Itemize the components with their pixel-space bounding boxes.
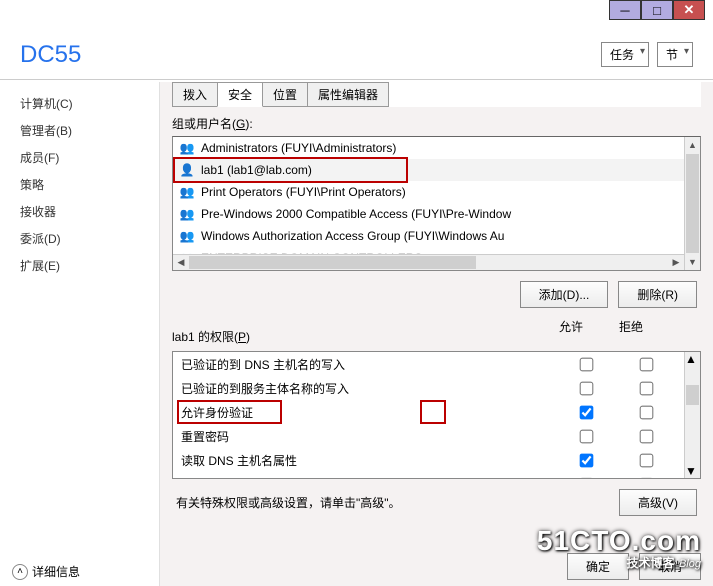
tab-location[interactable]: 位置 bbox=[262, 82, 308, 107]
sidebar-item-computer[interactable]: 计算机(C) bbox=[0, 90, 159, 117]
list-hscrollbar[interactable]: ◀ ▶ bbox=[173, 254, 684, 270]
deny-checkbox[interactable] bbox=[640, 405, 654, 419]
list-item-label: Print Operators (FUYI\Print Operators) bbox=[201, 185, 406, 199]
hscroll-thumb[interactable] bbox=[189, 256, 476, 269]
advanced-hint: 有关特殊权限或高级设置，请单击"高级"。 bbox=[176, 494, 619, 511]
group-icon: 👥 bbox=[179, 140, 195, 156]
deny-checkbox[interactable] bbox=[640, 477, 654, 479]
user-icon: 👤 bbox=[179, 162, 195, 178]
permission-row: 重置密码 bbox=[173, 424, 684, 448]
column-allow: 允许 bbox=[541, 318, 601, 349]
tab-attribute[interactable]: 属性编辑器 bbox=[307, 82, 389, 107]
permissions-list[interactable]: 已验证的到 DNS 主机名的写入已验证的到服务主体名称的写入允许身份验证重置密码… bbox=[172, 351, 701, 479]
sidebar-item-members[interactable]: 成员(F) bbox=[0, 144, 159, 171]
list-item[interactable]: 👥 Administrators (FUYI\Administrators) bbox=[173, 137, 684, 159]
page-title: DC55 bbox=[20, 41, 81, 69]
column-deny: 拒绝 bbox=[601, 318, 661, 349]
detail-label[interactable]: 详细信息 bbox=[32, 563, 80, 580]
advanced-button[interactable]: 高级(V) bbox=[619, 489, 697, 516]
scroll-thumb[interactable] bbox=[686, 154, 699, 253]
remove-button[interactable]: 删除(R) bbox=[618, 281, 697, 308]
sidebar-item-manager[interactable]: 管理者(B) bbox=[0, 117, 159, 144]
list-item-label: Pre-Windows 2000 Compatible Access (FUYI… bbox=[201, 207, 511, 221]
deny-checkbox[interactable] bbox=[640, 357, 654, 371]
deny-checkbox[interactable] bbox=[640, 381, 654, 395]
group-icon: 👥 bbox=[179, 206, 195, 222]
allow-checkbox[interactable] bbox=[580, 477, 594, 479]
scroll-up-icon[interactable]: ▲ bbox=[685, 137, 700, 153]
sidebar-item-receiver[interactable]: 接收器 bbox=[0, 198, 159, 225]
list-item-label: Windows Authorization Access Group (FUYI… bbox=[201, 229, 504, 243]
allow-checkbox[interactable] bbox=[580, 381, 594, 395]
permission-row: 写入 DNS 主机名属性 bbox=[173, 472, 684, 479]
allow-checkbox[interactable] bbox=[580, 405, 594, 419]
permissions-label: lab1 的权限(P) bbox=[172, 328, 250, 345]
sidebar-item-delegate[interactable]: 委派(D) bbox=[0, 225, 159, 252]
groups-label: 组或用户名(G): bbox=[172, 115, 701, 132]
perm-label-suffix: ) bbox=[246, 330, 250, 344]
list-item[interactable]: 👤 lab1 (lab1@lab.com) bbox=[173, 159, 684, 181]
permission-row: 读取 DNS 主机名属性 bbox=[173, 448, 684, 472]
list-item[interactable]: 👥 Windows Authorization Access Group (FU… bbox=[173, 225, 684, 247]
scroll-left-icon[interactable]: ◀ bbox=[173, 255, 189, 270]
deny-checkbox[interactable] bbox=[640, 453, 654, 467]
tab-bar: 拨入 安全 位置 属性编辑器 bbox=[172, 82, 701, 107]
sidebar: 计算机(C) 管理者(B) 成员(F) 策略 接收器 委派(D) 扩展(E) bbox=[0, 82, 160, 586]
principals-list[interactable]: 👥 Administrators (FUYI\Administrators) 👤… bbox=[172, 136, 701, 271]
tab-security[interactable]: 安全 bbox=[217, 82, 263, 107]
allow-checkbox[interactable] bbox=[580, 429, 594, 443]
group-icon: 👥 bbox=[179, 184, 195, 200]
tab-dialin[interactable]: 拨入 bbox=[172, 82, 218, 107]
section-dropdown[interactable]: 节 bbox=[657, 42, 693, 67]
scroll-up-icon[interactable]: ▲ bbox=[685, 352, 700, 366]
maximize-button[interactable]: □ bbox=[641, 0, 673, 20]
allow-checkbox[interactable] bbox=[580, 453, 594, 467]
deny-checkbox[interactable] bbox=[640, 429, 654, 443]
chevron-up-icon[interactable]: ˄ bbox=[12, 564, 28, 580]
add-button[interactable]: 添加(D)... bbox=[520, 281, 609, 308]
groups-label-suffix: ): bbox=[245, 117, 252, 131]
list-vscrollbar[interactable]: ▲ ▼ bbox=[684, 137, 700, 270]
scroll-right-icon[interactable]: ▶ bbox=[668, 255, 684, 270]
sidebar-item-policy[interactable]: 策略 bbox=[0, 171, 159, 198]
permission-row: 允许身份验证 bbox=[173, 400, 684, 424]
permission-name: 允许身份验证 bbox=[181, 404, 556, 421]
list-item[interactable]: 👥 Print Operators (FUYI\Print Operators) bbox=[173, 181, 684, 203]
minimize-button[interactable]: ─ bbox=[609, 0, 641, 20]
permission-name: 读取 DNS 主机名属性 bbox=[181, 452, 556, 469]
perm-label-prefix: lab1 的权限( bbox=[172, 330, 238, 344]
ok-button[interactable]: 确定 bbox=[567, 553, 629, 580]
permission-name: 已验证的到 DNS 主机名的写入 bbox=[181, 356, 556, 373]
permission-name: 重置密码 bbox=[181, 428, 556, 445]
group-icon: 👥 bbox=[179, 228, 195, 244]
allow-checkbox[interactable] bbox=[580, 357, 594, 371]
scroll-thumb[interactable] bbox=[686, 385, 699, 405]
permission-name: 已验证的到服务主体名称的写入 bbox=[181, 380, 556, 397]
list-item-label: Administrators (FUYI\Administrators) bbox=[201, 141, 396, 155]
perm-vscrollbar[interactable]: ▲ ▼ bbox=[684, 352, 700, 478]
groups-label-prefix: 组或用户名( bbox=[172, 117, 236, 131]
sidebar-item-extension[interactable]: 扩展(E) bbox=[0, 252, 159, 279]
list-item-label: lab1 (lab1@lab.com) bbox=[201, 163, 312, 177]
permission-name: 写入 DNS 主机名属性 bbox=[181, 476, 556, 480]
scroll-down-icon[interactable]: ▼ bbox=[685, 254, 700, 270]
close-button[interactable]: ✕ bbox=[673, 0, 705, 20]
list-item[interactable]: 👥 Pre-Windows 2000 Compatible Access (FU… bbox=[173, 203, 684, 225]
groups-label-hotkey: G bbox=[236, 117, 245, 131]
perm-label-hotkey: P bbox=[238, 330, 246, 344]
tasks-dropdown[interactable]: 任务 bbox=[601, 42, 649, 67]
cancel-button[interactable]: 取消 bbox=[639, 553, 701, 580]
scroll-down-icon[interactable]: ▼ bbox=[685, 464, 700, 478]
permission-row: 已验证的到服务主体名称的写入 bbox=[173, 376, 684, 400]
permission-row: 已验证的到 DNS 主机名的写入 bbox=[173, 352, 684, 376]
